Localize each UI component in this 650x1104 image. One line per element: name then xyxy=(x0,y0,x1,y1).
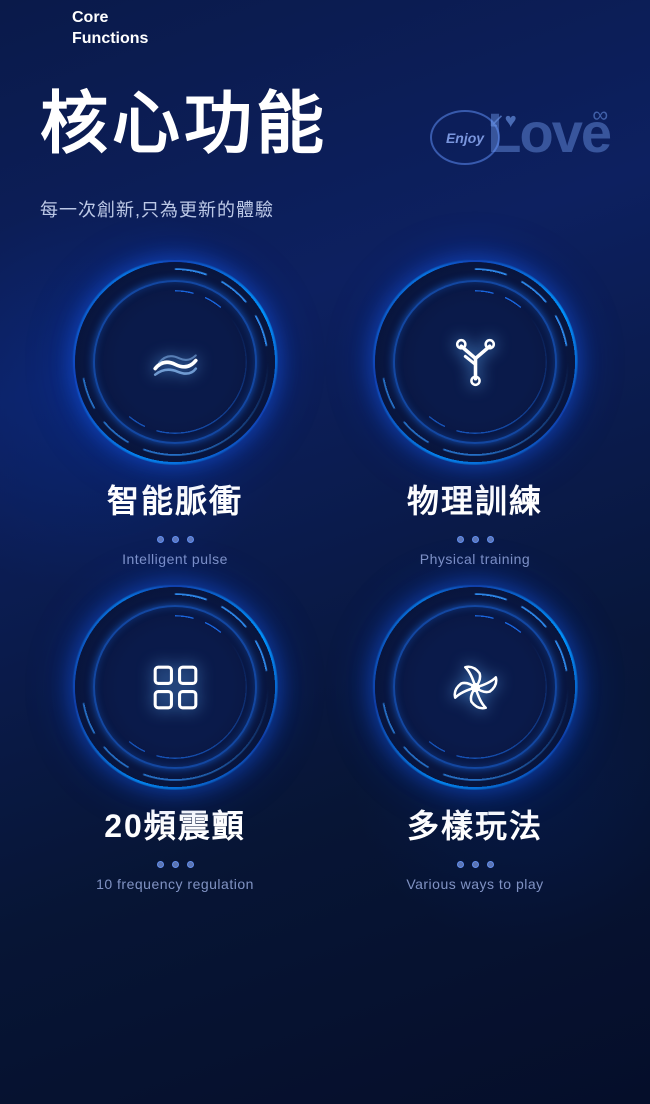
dot-2 xyxy=(172,536,179,543)
main-title: 核心功能 xyxy=(40,90,328,158)
title-row: 核心功能 Love ∞ Enjoy ↙♥ xyxy=(40,90,610,180)
feature-sub-pulse: Intelligent pulse xyxy=(122,551,228,567)
icon-various xyxy=(435,647,515,727)
top-label: Core Functions xyxy=(72,8,148,50)
neon-circle-various xyxy=(375,587,575,787)
subtitle: 每一次創新,只為更新的體驗 xyxy=(40,196,610,222)
feature-name-frequency: 20頻震顫 xyxy=(104,801,246,847)
neon-ring-pulse xyxy=(75,262,275,462)
neon-ring-training xyxy=(375,262,575,462)
heart-arrow-icon: ↙♥ xyxy=(488,108,517,133)
feature-cell-frequency: 20頻震顫 10 frequency regulation xyxy=(40,587,310,892)
feature-cell-intelligent-pulse: 智能脈衝 Intelligent pulse xyxy=(40,262,310,567)
frequency-svg-icon xyxy=(143,655,208,720)
core-text: Core xyxy=(72,8,148,29)
dot-2 xyxy=(172,861,179,868)
dot-2 xyxy=(472,536,479,543)
feature-sub-frequency: 10 frequency regulation xyxy=(96,876,254,892)
dot-1 xyxy=(457,536,464,543)
feature-cell-training: 物理訓練 Physical training xyxy=(340,262,610,567)
enjoy-text: Enjoy xyxy=(446,130,484,146)
dot-3 xyxy=(187,861,194,868)
dot-3 xyxy=(187,536,194,543)
icon-pulse xyxy=(135,322,215,402)
dot-1 xyxy=(157,536,164,543)
functions-text: Functions xyxy=(72,29,148,50)
feature-name-various: 多樣玩法 xyxy=(407,801,543,847)
dot-3 xyxy=(487,861,494,868)
dot-1 xyxy=(157,861,164,868)
main-content: 核心功能 Love ∞ Enjoy ↙♥ 每一次創新,只為更新的體驗 xyxy=(0,90,650,892)
dots-pulse xyxy=(157,536,194,543)
feature-name-pulse: 智能脈衝 xyxy=(107,476,243,522)
neon-circle-training xyxy=(375,262,575,462)
neon-ring-various xyxy=(375,587,575,787)
pulse-svg-icon xyxy=(143,330,208,395)
dot-3 xyxy=(487,536,494,543)
dot-2 xyxy=(472,861,479,868)
neon-circle-frequency xyxy=(75,587,275,787)
feature-cell-various: 多樣玩法 Various ways to play xyxy=(340,587,610,892)
features-grid: 智能脈衝 Intelligent pulse xyxy=(40,262,610,892)
enjoy-love-logo: Love ∞ Enjoy ↙♥ xyxy=(430,100,610,180)
various-svg-icon xyxy=(443,655,508,720)
dots-frequency xyxy=(157,861,194,868)
neon-circle-pulse xyxy=(75,262,275,462)
icon-training xyxy=(435,322,515,402)
dot-1 xyxy=(457,861,464,868)
feature-sub-training: Physical training xyxy=(420,551,530,567)
icon-frequency xyxy=(135,647,215,727)
feature-name-training: 物理訓練 xyxy=(407,476,543,522)
neon-ring-frequency xyxy=(75,587,275,787)
infinity-symbol: ∞ xyxy=(592,102,608,128)
dots-training xyxy=(457,536,494,543)
feature-sub-various: Various ways to play xyxy=(406,876,543,892)
training-svg-icon xyxy=(443,330,508,395)
dots-various xyxy=(457,861,494,868)
